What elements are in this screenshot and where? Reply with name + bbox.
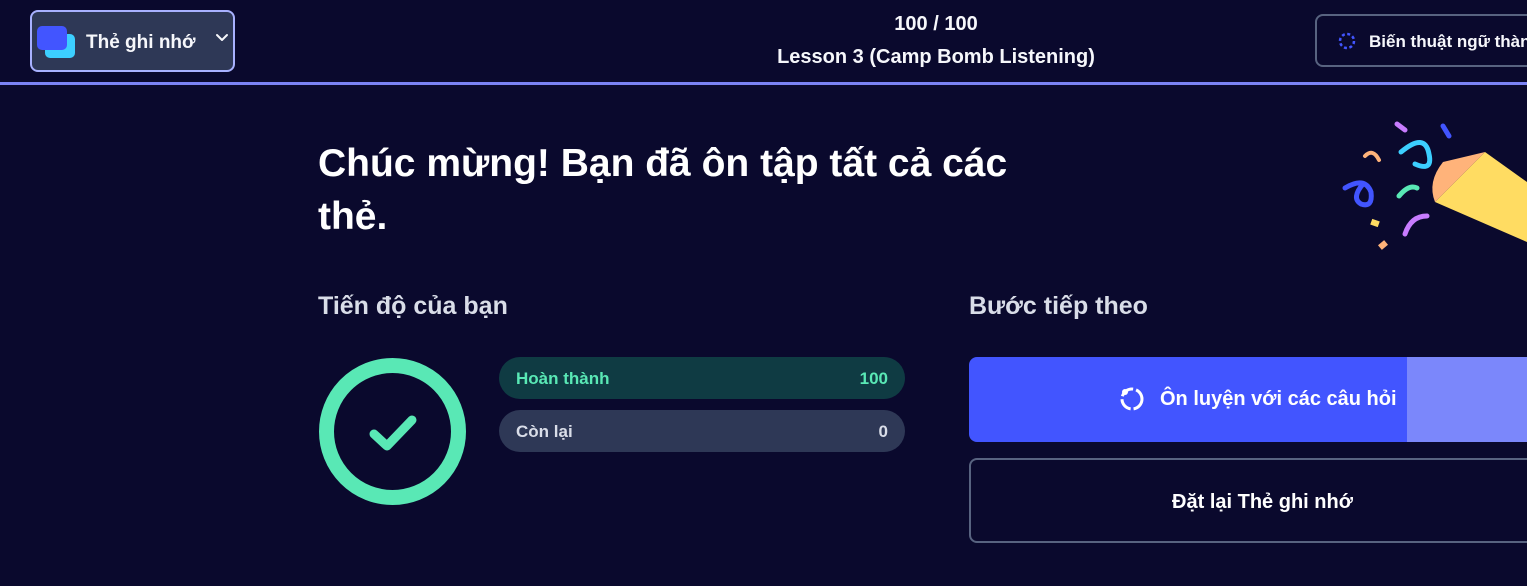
learn-loop-icon xyxy=(1120,387,1144,411)
reset-button-label: Đặt lại Thẻ ghi nhớ xyxy=(1172,491,1353,513)
switch-button-label: Biến thuật ngữ thành xyxy=(1369,32,1527,51)
loop-icon xyxy=(1338,32,1356,50)
progress-section-title: Tiến độ của bạn xyxy=(318,292,508,320)
switch-to-learn-button[interactable]: Biến thuật ngữ thành xyxy=(1315,14,1527,67)
completed-label: Hoàn thành xyxy=(516,369,610,388)
remaining-stat: Còn lại 0 xyxy=(499,410,905,452)
top-bar: Thẻ ghi nhớ 100 / 100 Lesson 3 (Camp Bom… xyxy=(0,0,1527,85)
set-title: Lesson 3 (Camp Bomb Listening) xyxy=(777,46,1095,68)
congratulations-heading: Chúc mừng! Bạn đã ôn tập tất cả các thẻ. xyxy=(318,142,1008,238)
next-steps-section-title: Bước tiếp theo xyxy=(969,292,1148,320)
reset-flashcards-button[interactable]: Đặt lại Thẻ ghi nhớ xyxy=(969,458,1527,543)
practice-questions-button[interactable]: Ôn luyện với các câu hỏi xyxy=(969,357,1527,442)
completed-stat: Hoàn thành 100 xyxy=(499,357,905,399)
progress-counter: 100 / 100 xyxy=(894,13,978,35)
party-popper-icon xyxy=(1342,121,1527,250)
remaining-label: Còn lại xyxy=(516,422,573,441)
remaining-value: 0 xyxy=(878,422,888,441)
practice-button-label: Ôn luyện với các câu hỏi xyxy=(1160,388,1397,410)
button-hover-highlight xyxy=(1407,357,1527,442)
completed-value: 100 xyxy=(859,369,888,388)
check-icon xyxy=(319,358,466,505)
